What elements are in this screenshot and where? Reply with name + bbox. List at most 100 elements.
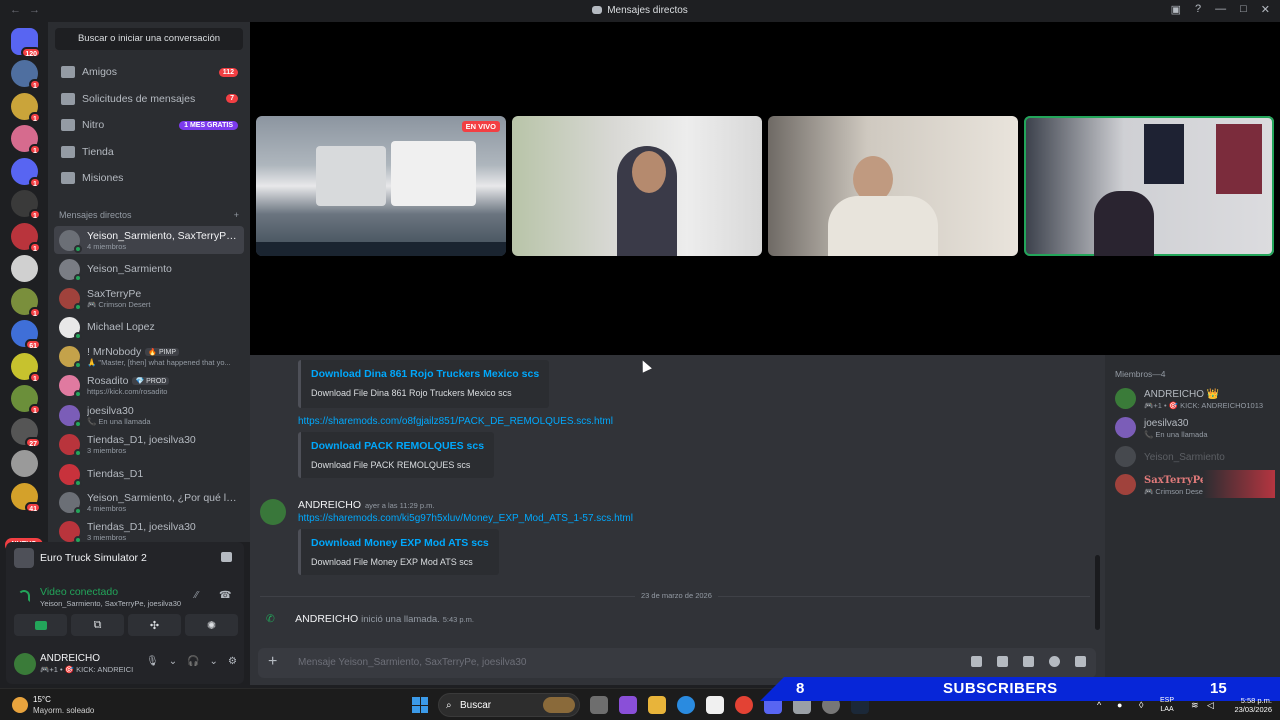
- wifi-icon[interactable]: ≋: [1191, 700, 1199, 711]
- embed-title[interactable]: Download PACK REMOLQUES scs: [311, 440, 484, 452]
- member-item[interactable]: Yeison_Sarmiento: [1115, 443, 1275, 471]
- avatar: [59, 433, 82, 457]
- embed-title[interactable]: Download Dina 861 Rojo Truckers Mexico s…: [311, 368, 539, 380]
- server-icon[interactable]: 61: [11, 320, 41, 350]
- volume-icon[interactable]: ◁: [1207, 700, 1214, 711]
- nav-quests[interactable]: Misiones: [54, 166, 244, 190]
- home-button[interactable]: 120: [11, 28, 41, 58]
- video-tile-speaking[interactable]: [1024, 116, 1274, 256]
- upload-plus-icon[interactable]: +: [268, 654, 277, 670]
- language-indicator[interactable]: ESP LAA: [1160, 696, 1174, 714]
- store-icon[interactable]: [706, 696, 724, 714]
- activities-button[interactable]: ✣: [128, 614, 181, 636]
- dm-item[interactable]: joesilva30 📞 En una llamada: [54, 401, 244, 429]
- start-button[interactable]: [412, 697, 428, 713]
- dm-item[interactable]: SaxTerryPe 🎮 Crimson Desert: [54, 284, 244, 312]
- server-icon[interactable]: 1: [11, 157, 41, 188]
- subscriber-goal: 15: [1210, 680, 1227, 697]
- user-name[interactable]: ANDREICHO: [40, 653, 100, 664]
- voice-status[interactable]: Video conectado: [40, 586, 118, 598]
- signal-icon[interactable]: [18, 590, 30, 602]
- scrollbar[interactable]: [1095, 555, 1100, 630]
- stream-icon[interactable]: [221, 552, 232, 562]
- server-icon[interactable]: 1: [11, 190, 41, 220]
- server-icon[interactable]: 1: [11, 287, 41, 318]
- gear-icon[interactable]: ⚙: [228, 656, 237, 667]
- nav-shop[interactable]: Tienda: [54, 140, 244, 164]
- inbox-icon[interactable]: ▣: [1171, 3, 1181, 16]
- server-icon[interactable]: 1: [11, 92, 41, 123]
- stream-tile[interactable]: EN VIVO: [256, 116, 506, 256]
- search-conversation-button[interactable]: Buscar o iniciar una conversación: [55, 28, 243, 50]
- dm-item[interactable]: Tiendas_D1: [54, 460, 244, 488]
- dm-name: Yeison_Sarmiento, ¿Por qué la ...: [87, 491, 242, 504]
- message-author[interactable]: ANDREICHO: [295, 613, 358, 625]
- file-explorer-icon[interactable]: [648, 696, 666, 714]
- server-icon[interactable]: [11, 450, 38, 477]
- video-tile[interactable]: [512, 116, 762, 256]
- microphone-icon[interactable]: 🎙: [146, 656, 159, 667]
- status-dot: [74, 478, 82, 487]
- maximize-button[interactable]: □: [1240, 3, 1247, 16]
- server-icon[interactable]: 41: [11, 482, 41, 513]
- dm-item[interactable]: Yeison_Sarmiento: [54, 255, 244, 283]
- dm-subtext: 3 miembros: [87, 532, 127, 542]
- minimize-button[interactable]: —: [1215, 3, 1226, 16]
- network-icon[interactable]: ◊: [1139, 700, 1143, 710]
- chevron-up-icon[interactable]: ^: [1097, 700, 1101, 710]
- help-icon[interactable]: ?: [1195, 3, 1201, 16]
- dm-item[interactable]: Michael Lopez: [54, 313, 244, 341]
- server-icon[interactable]: 1: [11, 352, 41, 383]
- server-icon[interactable]: 1: [11, 60, 41, 90]
- message-link[interactable]: https://sharemods.com/o8fgjailz851/PACK_…: [298, 416, 613, 427]
- headphones-icon[interactable]: 🎧: [187, 656, 199, 667]
- sticker-icon[interactable]: [1023, 656, 1034, 667]
- app-tray-icon[interactable]: ●: [1117, 700, 1122, 710]
- video-tile[interactable]: [768, 116, 1018, 256]
- nav-friends[interactable]: Amigos 112: [54, 60, 244, 84]
- chevron-down-icon[interactable]: ⌄: [210, 656, 218, 667]
- avatar[interactable]: [260, 499, 286, 525]
- server-icon[interactable]: 1: [11, 385, 41, 415]
- dm-name: Michael Lopez: [87, 321, 155, 333]
- avatar[interactable]: [14, 653, 36, 675]
- dm-item[interactable]: Tiendas_D1, joesilva30 3 miembros: [54, 517, 244, 542]
- apps-icon[interactable]: [1075, 656, 1086, 667]
- gif-icon[interactable]: [997, 656, 1008, 667]
- camera-button[interactable]: [14, 614, 67, 636]
- taskbar-search[interactable]: ⌕ Buscar: [438, 693, 580, 717]
- dm-item[interactable]: Tiendas_D1, joesilva30 3 miembros: [54, 430, 244, 458]
- game-title: Euro Truck Simulator 2: [40, 552, 147, 564]
- dm-subtext: 4 miembros: [87, 241, 127, 251]
- server-icon[interactable]: 27: [11, 417, 41, 448]
- chrome-icon[interactable]: [735, 696, 753, 714]
- screen-share-button[interactable]: ⧉: [71, 614, 124, 636]
- server-icon[interactable]: 1: [11, 222, 41, 253]
- nav-message-requests[interactable]: Solicitudes de mensajes 7: [54, 87, 244, 111]
- dm-item[interactable]: Yeison_Sarmiento, SaxTerryPe, ... 4 miemb…: [54, 226, 244, 254]
- server-icon[interactable]: 1: [11, 125, 41, 155]
- add-dm-button[interactable]: +: [234, 210, 239, 220]
- edge-icon[interactable]: [677, 696, 695, 714]
- message-author[interactable]: ANDREICHO: [298, 499, 361, 511]
- message-link[interactable]: https://sharemods.com/ki5g97h5xluv/Money…: [298, 513, 633, 524]
- embed-title[interactable]: Download Money EXP Mod ATS scs: [311, 537, 489, 549]
- member-item[interactable]: ANDREICHO 👑 🎮+1 • 🎯 KICK: ANDREICHO1013: [1115, 385, 1275, 413]
- noise-suppression-icon[interactable]: ⁄⁄: [195, 590, 198, 601]
- soundboard-button[interactable]: ✺: [185, 614, 238, 636]
- copilot-icon[interactable]: [619, 696, 637, 714]
- disconnect-icon[interactable]: ☎: [219, 590, 231, 601]
- nav-nitro[interactable]: Nitro 1 MES GRATIS: [54, 113, 244, 137]
- gift-icon[interactable]: [971, 656, 982, 667]
- message-input[interactable]: Mensaje Yeison_Sarmiento, SaxTerryPe, jo…: [298, 657, 526, 668]
- member-item[interactable]: joesilva30 📞 En una llamada: [1115, 414, 1275, 442]
- task-view-icon[interactable]: [590, 696, 608, 714]
- emoji-icon[interactable]: [1049, 656, 1060, 667]
- chevron-down-icon[interactable]: ⌄: [169, 656, 177, 667]
- close-button[interactable]: ✕: [1261, 3, 1270, 16]
- server-icon[interactable]: [11, 255, 38, 282]
- dm-item[interactable]: Yeison_Sarmiento, ¿Por qué la ... 4 miemb…: [54, 488, 244, 516]
- dm-item[interactable]: Rosadito 💎 PROD https://kick.com/rosadito: [54, 371, 244, 399]
- dm-item[interactable]: ! MrNobody 🔥 PIMP 🙏 "Master, [then] what h…: [54, 342, 244, 370]
- clock[interactable]: 5:58 p.m. 23/03/2026: [1222, 696, 1272, 714]
